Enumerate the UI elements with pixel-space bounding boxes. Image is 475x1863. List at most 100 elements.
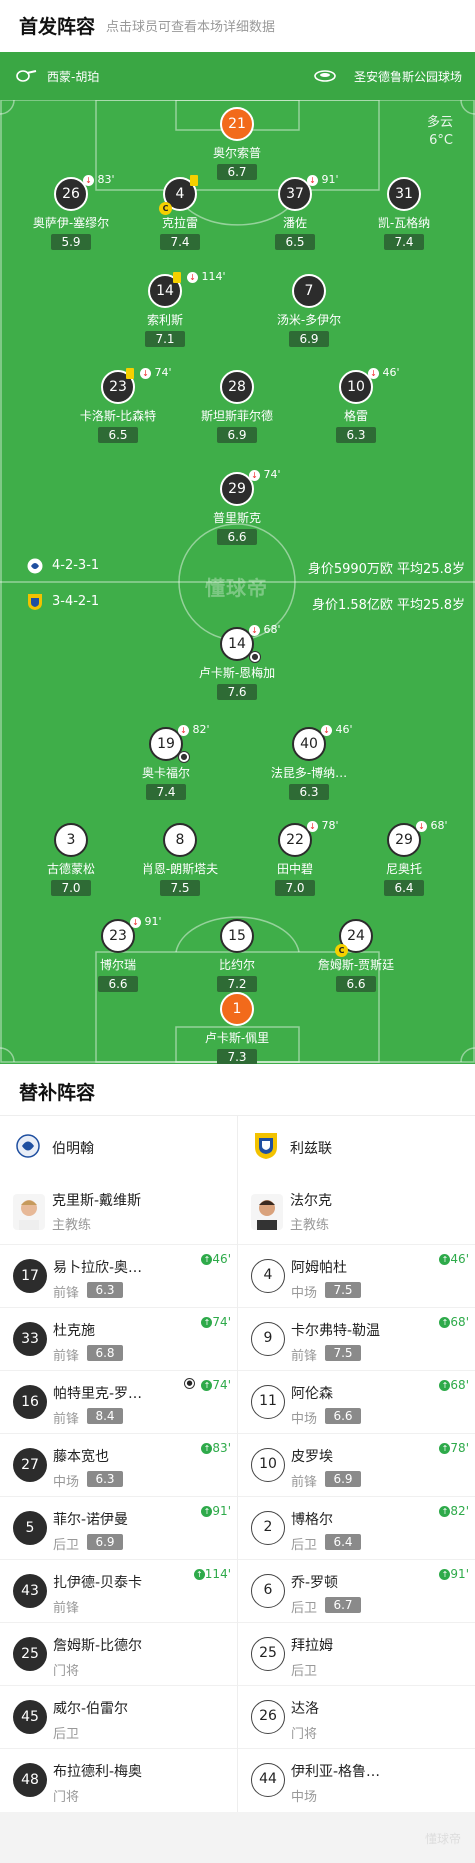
sub-rating: 6.9 [87,1534,123,1550]
lineup-title: 首发阵容 [19,16,96,38]
player-home[interactable]: 28 斯坦斯菲尔德 6.9 [185,370,289,443]
player-home[interactable]: 23 ↓ 74' 卡洛斯-比森特 6.5 [66,366,172,443]
away-sub-row[interactable]: 4 阿姆帕杜 中场 7.5 ↑ 46' [238,1244,475,1307]
sub-off-icon: ↓ [368,367,379,379]
home-sub-row[interactable]: 25 詹姆斯-比德尔 门将 [0,1622,237,1685]
sub-rating: 7.5 [325,1345,361,1361]
away-sub-row[interactable]: 2 博格尔 后卫 6.4 ↑ 82' [238,1496,475,1559]
player-rating: 7.4 [384,234,424,250]
sub-minute: 46' [382,366,400,379]
sub-on-icon: ↑ [439,1254,451,1265]
home-sub-row[interactable]: 45 威尔-伯雷尔 后卫 [0,1685,237,1748]
player-home[interactable]: 14 ↓ 114' 索利斯 7.1 [113,270,226,347]
player-rating: 7.4 [160,234,200,250]
sub-rating: 6.7 [325,1597,361,1613]
away-sub-row[interactable]: 26 达洛 门将 [238,1685,475,1748]
sub-position: 后卫 [53,1727,80,1742]
sub-on-icon: ↑ [439,1506,451,1517]
sub-on-marker: ↑ 74' [201,1315,231,1329]
lineup-header: 首发阵容 点击球员可查看本场详细数据 [0,0,475,52]
player-rating: 6.6 [217,529,257,545]
sub-off-marker: ↓ 74' [249,468,281,481]
subs-title: 替补阵容 [19,1082,96,1104]
away-sub-row[interactable]: 11 阿伦森 中场 6.6 ↑ 68' [238,1370,475,1433]
player-away[interactable]: 24 C 詹姆斯-贾斯廷 6.6 [304,919,408,992]
sub-off-icon: ↓ [130,916,141,928]
away-coach-row[interactable]: 法尔克 主教练 [238,1180,475,1244]
weather-label: 多云 [426,115,453,130]
birmingham-badge-icon [27,558,43,574]
player-rating: 6.9 [217,427,257,443]
away-sub-row[interactable]: 9 卡尔弗特-勒温 前锋 7.5 ↑ 68' [238,1307,475,1370]
player-rating: 6.5 [98,427,138,443]
sub-position: 中场 [291,1286,318,1301]
player-home[interactable]: 31 凯-瓦格纳 7.4 [352,177,456,250]
yellow-card-icon [126,368,134,379]
player-name: 卡洛斯-比森特 [79,409,157,423]
sub-position: 后卫 [53,1538,80,1553]
sub-number: 43 [13,1574,47,1608]
sub-position: 门将 [53,1790,80,1805]
player-home[interactable]: 10 ↓ 46' 格雷 6.3 [304,366,408,443]
sub-position: 中场 [53,1475,80,1490]
player-away[interactable]: 40 ↓ 46' 法昆多-博纳… 6.3 [257,723,361,800]
player-home[interactable]: 26 ↓ 83' 奥萨伊-塞缪尔 5.9 [19,173,123,250]
away-sub-row[interactable]: 6 乔-罗顿 后卫 6.7 ↑ 91' [238,1559,475,1622]
home-sub-row[interactable]: 5 菲尔-诺伊曼 后卫 6.9 ↑ 91' [0,1496,237,1559]
player-away[interactable]: 29 ↓ 68' 尼奥托 6.4 [352,819,456,896]
player-rating: 7.2 [217,976,257,992]
player-away-gk[interactable]: 1 卢卡斯-佩里 7.3 [185,992,289,1064]
player-name: 尼奥托 [385,862,422,876]
sub-minute: 46' [450,1252,469,1266]
player-away[interactable]: 14 ↓ 68' ● 卢卡斯-恩梅加 7.6 [185,623,289,700]
player-rating: 6.3 [289,784,329,800]
sub-minute: 68' [263,623,281,636]
home-sub-row[interactable]: 16 帕特里克-罗… 前锋 8.4 ● ↑ 74' [0,1370,237,1433]
player-away[interactable]: 23 ↓ 91' 博尔瑞 6.6 [66,915,170,992]
sub-on-icon: ↑ [439,1569,451,1580]
player-away[interactable]: 19 ↓ 82' ● 奥卡福尔 7.4 [114,723,218,800]
sub-name: 达洛 [291,1701,319,1717]
sub-position: 中场 [291,1790,318,1805]
player-number: 7 [292,274,326,308]
away-sub-row[interactable]: 10 皮罗埃 前锋 6.9 ↑ 78' [238,1433,475,1496]
player-home[interactable]: 29 ↓ 74' 普里斯克 6.6 [185,468,289,545]
player-home[interactable]: 4 C 克拉雷 7.4 [128,175,232,250]
player-number: 28 [220,370,254,404]
player-away[interactable]: 8 肖恩-朗斯塔夫 7.5 [128,823,232,896]
player-away[interactable]: 22 ↓ 78' 田中碧 7.0 [243,819,347,896]
sub-off-marker: ↓ 91' [130,915,162,928]
footer-watermark: 懂球帝 [424,1832,461,1846]
sub-on-icon: ↑ [201,1317,213,1328]
sub-on-icon: ↑ [439,1443,451,1454]
sub-minute: 91' [450,1567,469,1581]
sub-minute: 91' [212,1504,231,1518]
player-name: 索利斯 [146,313,183,327]
sub-name: 卡尔弗特-勒温 [291,1323,381,1339]
home-sub-row[interactable]: 43 扎伊德-贝泰卡 前锋 ↑ 114' [0,1559,237,1622]
home-sub-row[interactable]: 48 布拉德利-梅奥 门将 [0,1748,237,1811]
home-sub-row[interactable]: 17 易卜拉欣-奥… 前锋 6.3 ↑ 46' [0,1244,237,1307]
home-sub-row[interactable]: 33 杜克施 前锋 6.8 ↑ 74' [0,1307,237,1370]
sub-name: 威尔-伯雷尔 [53,1701,129,1717]
sub-on-icon: ↑ [201,1506,213,1517]
player-home[interactable]: 37 ↓ 91' 潘佐 6.5 [243,173,347,250]
home-sub-row[interactable]: 27 藤本宽也 中场 6.3 ↑ 83' [0,1433,237,1496]
sub-minute: 78' [450,1441,469,1455]
player-home-gk[interactable]: 21 奥尔索普 6.7 [185,107,289,180]
player-rating: 7.0 [275,880,315,896]
player-home[interactable]: 7 汤米-多伊尔 6.9 [257,274,361,347]
sub-off-icon: ↓ [178,724,189,736]
player-number: 31 [387,177,421,211]
away-formation: 3-4-2-1 [52,594,100,609]
away-sub-row[interactable]: 25 拜拉姆 后卫 [238,1622,475,1685]
player-name: 田中碧 [276,862,313,876]
player-away[interactable]: 15 比约尔 7.2 [185,919,289,992]
sub-number: 25 [13,1637,47,1671]
weather-info: 多云 6°C [427,114,453,150]
yellow-card-icon [190,175,198,186]
away-sub-row[interactable]: 44 伊利亚-格鲁… 中场 [238,1748,475,1811]
sub-rating: 6.3 [87,1282,123,1298]
home-coach-row[interactable]: 克里斯-戴维斯 主教练 [0,1180,237,1244]
player-away[interactable]: 3 古德蒙松 7.0 [19,823,123,896]
